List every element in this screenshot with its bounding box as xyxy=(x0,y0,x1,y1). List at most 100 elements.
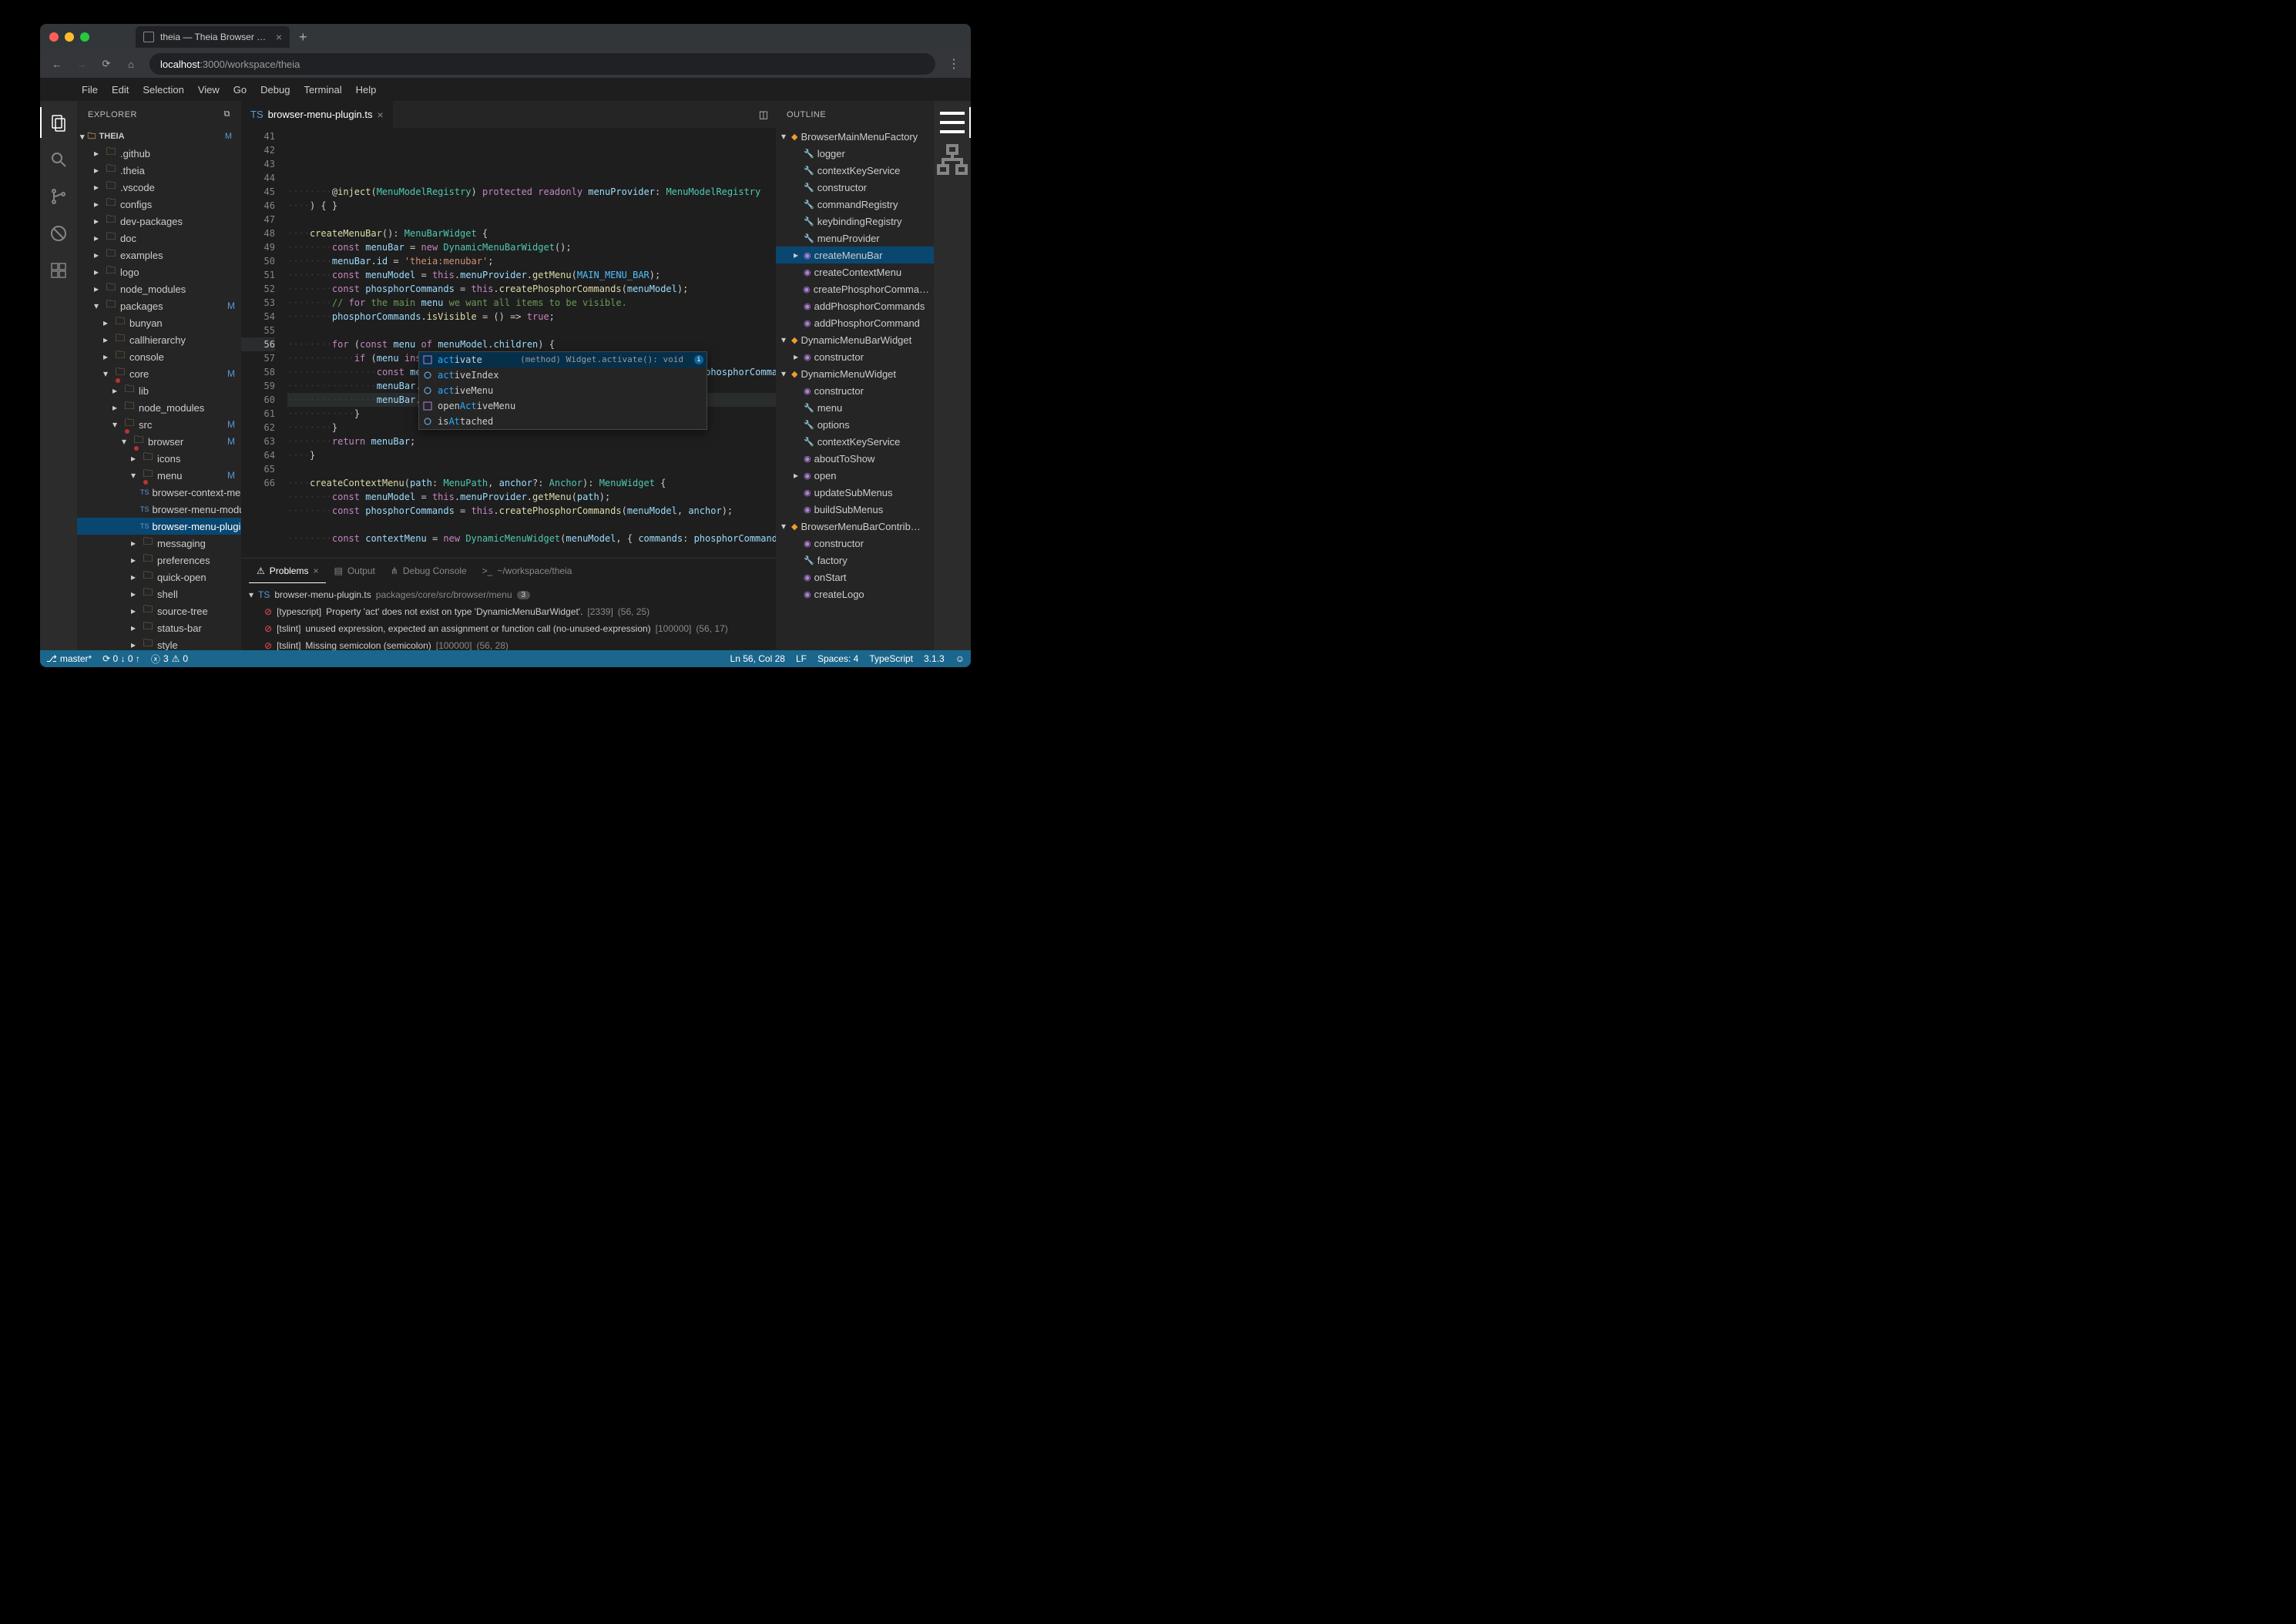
tab-close-icon[interactable]: × xyxy=(276,31,282,43)
new-tab-button[interactable]: + xyxy=(299,29,307,45)
folder-item[interactable]: ▸🗀bunyan xyxy=(77,314,241,331)
folder-item[interactable]: ▸🗀doc xyxy=(77,230,241,247)
outline-item[interactable]: ◉ onStart xyxy=(776,569,934,586)
status-feedback-icon[interactable]: ☺ xyxy=(955,653,965,664)
menu-go[interactable]: Go xyxy=(227,84,253,96)
debug-icon[interactable] xyxy=(40,218,77,249)
editor-body[interactable]: 4142434445464748495051525354555657585960… xyxy=(241,128,776,558)
file-item[interactable]: TSbrowser-menu-module.ts xyxy=(77,501,241,518)
folder-item[interactable]: ▸🗀examples xyxy=(77,247,241,263)
code-line[interactable]: ········menuBar.id = 'theia:menubar'; xyxy=(287,254,776,268)
code-line[interactable] xyxy=(287,324,776,337)
folder-item[interactable]: ▸🗀node_modules xyxy=(77,399,241,416)
outline-item[interactable]: 🔧 logger xyxy=(776,145,934,162)
code-line[interactable]: ········// for the main menu we want all… xyxy=(287,296,776,310)
browser-tab[interactable]: theia — Theia Browser Example × xyxy=(136,26,290,48)
outline-icon[interactable] xyxy=(934,107,971,138)
outline-item[interactable]: ▾◆ DynamicMenuBarWidget xyxy=(776,331,934,348)
code-line[interactable]: ····} xyxy=(287,448,776,462)
outline-item[interactable]: 🔧 commandRegistry xyxy=(776,196,934,213)
close-icon[interactable]: × xyxy=(313,565,318,576)
code-line[interactable]: ········return menuBar; xyxy=(287,435,776,448)
outline-item[interactable]: ▾◆ BrowserMenuBarContrib… xyxy=(776,518,934,535)
intellisense-popup[interactable]: activate(method) Widget.activate(): void… xyxy=(418,351,707,430)
outline-item[interactable]: ◉ buildSubMenus xyxy=(776,501,934,518)
menu-terminal[interactable]: Terminal xyxy=(297,84,348,96)
problem-item[interactable]: ⊘[typescript] Property 'act' does not ex… xyxy=(249,603,768,620)
search-icon[interactable] xyxy=(40,144,77,175)
code-line[interactable]: ········phosphorCommands.isVisible = () … xyxy=(287,310,776,324)
explorer-icon[interactable] xyxy=(40,107,77,138)
folder-item[interactable]: ▾🗀packagesM xyxy=(77,297,241,314)
folder-item[interactable]: ▸🗀lib xyxy=(77,382,241,399)
folder-item[interactable]: ▸🗀node_modules xyxy=(77,280,241,297)
code-line[interactable]: ····createMenuBar(): MenuBarWidget { xyxy=(287,226,776,240)
suggestion-item[interactable]: activeMenu xyxy=(419,383,707,398)
folder-item[interactable]: ▸🗀icons xyxy=(77,450,241,467)
minimize-window-button[interactable] xyxy=(65,32,74,42)
maximize-window-button[interactable] xyxy=(80,32,89,42)
editor-tab-close-icon[interactable]: × xyxy=(377,109,383,121)
folder-item[interactable]: ▾🗀srcM xyxy=(77,416,241,433)
code-line[interactable]: ····createContextMenu(path: MenuPath, an… xyxy=(287,476,776,490)
outline-item[interactable]: ▸◉ createMenuBar xyxy=(776,247,934,263)
url-input[interactable]: localhost:3000/workspace/theia xyxy=(149,53,935,75)
extensions-icon[interactable] xyxy=(40,255,77,286)
outline-item[interactable]: ▸◉ constructor xyxy=(776,348,934,365)
nav-back-button[interactable]: ← xyxy=(46,53,68,75)
problem-item[interactable]: ⊘[tslint] Missing semicolon (semicolon) … xyxy=(249,637,768,650)
folder-item[interactable]: ▸🗀preferences xyxy=(77,552,241,569)
code-line[interactable]: ········const menuModel = this.menuProvi… xyxy=(287,268,776,282)
editor-tab[interactable]: TS browser-menu-plugin.ts × xyxy=(241,101,394,128)
split-editor-icon[interactable]: ◫ xyxy=(759,109,768,121)
panel-tab-output[interactable]: ▤Output xyxy=(326,559,382,583)
outline-item[interactable]: ◉ addPhosphorCommand xyxy=(776,314,934,331)
outline-item[interactable]: 🔧 keybindingRegistry xyxy=(776,213,934,230)
outline-item[interactable]: ◉ constructor xyxy=(776,535,934,552)
browser-menu-button[interactable]: ⋮ xyxy=(943,56,965,72)
problem-file-row[interactable]: ▾ TS browser-menu-plugin.ts packages/cor… xyxy=(249,586,768,603)
code-line[interactable]: ········const phosphorCommands = this.cr… xyxy=(287,504,776,518)
menu-file[interactable]: File xyxy=(75,84,105,96)
outline-item[interactable]: ◉ createLogo xyxy=(776,586,934,602)
suggestion-item[interactable]: isAttached xyxy=(419,414,707,429)
status-cursor[interactable]: Ln 56, Col 28 xyxy=(730,653,785,664)
code-line[interactable]: ········const phosphorCommands = this.cr… xyxy=(287,282,776,296)
nav-home-button[interactable]: ⌂ xyxy=(120,53,142,75)
status-branch[interactable]: ⎇ master* xyxy=(46,653,92,664)
status-indent[interactable]: Spaces: 4 xyxy=(817,653,858,664)
panel-tab--workspace-theia[interactable]: >_~/workspace/theia xyxy=(475,559,580,583)
nav-forward-button[interactable]: → xyxy=(71,53,92,75)
code-line[interactable] xyxy=(287,462,776,476)
outline-item[interactable]: ▾◆ BrowserMainMenuFactory xyxy=(776,128,934,145)
outline-item[interactable]: 🔧 menu xyxy=(776,399,934,416)
folder-item[interactable]: ▸🗀console xyxy=(77,348,241,365)
outline-item[interactable]: ◉ constructor xyxy=(776,382,934,399)
suggestion-item[interactable]: activeIndex xyxy=(419,367,707,383)
code-line[interactable]: ········for (const menu of menuModel.chi… xyxy=(287,337,776,351)
collapse-icon[interactable]: ⧉ xyxy=(224,109,230,119)
folder-item[interactable]: ▸🗀quick-open xyxy=(77,569,241,586)
menu-help[interactable]: Help xyxy=(349,84,384,96)
outline-item[interactable]: ◉ createPhosphorComma… xyxy=(776,280,934,297)
code-line[interactable]: ········const contextMenu = new DynamicM… xyxy=(287,532,776,545)
outline-item[interactable]: ▸◉ open xyxy=(776,467,934,484)
close-window-button[interactable] xyxy=(49,32,59,42)
outline-item[interactable]: 🔧 constructor xyxy=(776,179,934,196)
outline-item[interactable]: ▾◆ DynamicMenuWidget xyxy=(776,365,934,382)
suggestion-item[interactable]: activate(method) Widget.activate(): void… xyxy=(419,352,707,367)
panel-tab-problems[interactable]: ⚠Problems× xyxy=(249,559,326,583)
folder-item[interactable]: ▸🗀configs xyxy=(77,196,241,213)
outline-item[interactable]: 🔧 options xyxy=(776,416,934,433)
code-line[interactable]: ········const menuModel = this.menuProvi… xyxy=(287,490,776,504)
info-icon[interactable]: i xyxy=(694,355,703,364)
workspace-root[interactable]: ▾ 🗀 THEIA M xyxy=(77,128,241,145)
status-version[interactable]: 3.1.3 xyxy=(924,653,945,664)
folder-item[interactable]: ▸🗀callhierarchy xyxy=(77,331,241,348)
folder-item[interactable]: ▸🗀.theia xyxy=(77,162,241,179)
folder-item[interactable]: ▸🗀source-tree xyxy=(77,602,241,619)
status-eol[interactable]: LF xyxy=(796,653,807,664)
code-line[interactable]: ········const menuBar = new DynamicMenuB… xyxy=(287,240,776,254)
folder-item[interactable]: ▸🗀shell xyxy=(77,586,241,602)
problem-item[interactable]: ⊘[tslint] unused expression, expected an… xyxy=(249,620,768,637)
